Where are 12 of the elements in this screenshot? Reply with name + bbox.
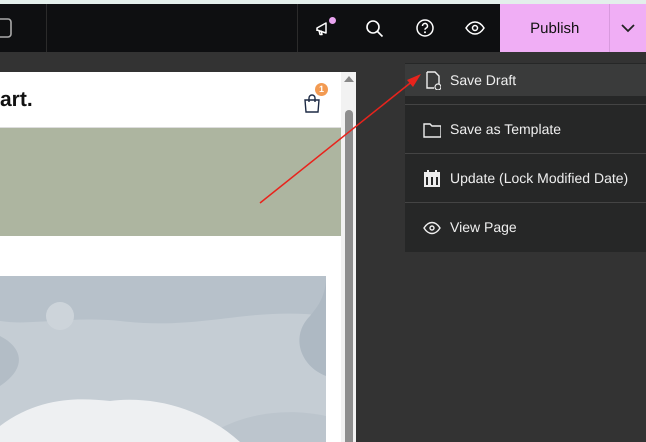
menu-item[interactable]: Save Draft [405, 64, 646, 96]
publish-button[interactable]: Publish [500, 4, 610, 52]
shopping-bag-icon[interactable] [303, 92, 321, 112]
chevron-down-icon [620, 23, 636, 33]
scrollbar[interactable] [341, 72, 356, 442]
cart-count-badge: 1 [315, 82, 328, 96]
notification-dot [329, 17, 336, 24]
search-icon[interactable] [364, 18, 384, 38]
phone-icon[interactable] [0, 18, 12, 38]
calendar-icon [423, 168, 441, 188]
help-icon[interactable] [414, 18, 435, 38]
site-logo: art. [0, 88, 33, 112]
